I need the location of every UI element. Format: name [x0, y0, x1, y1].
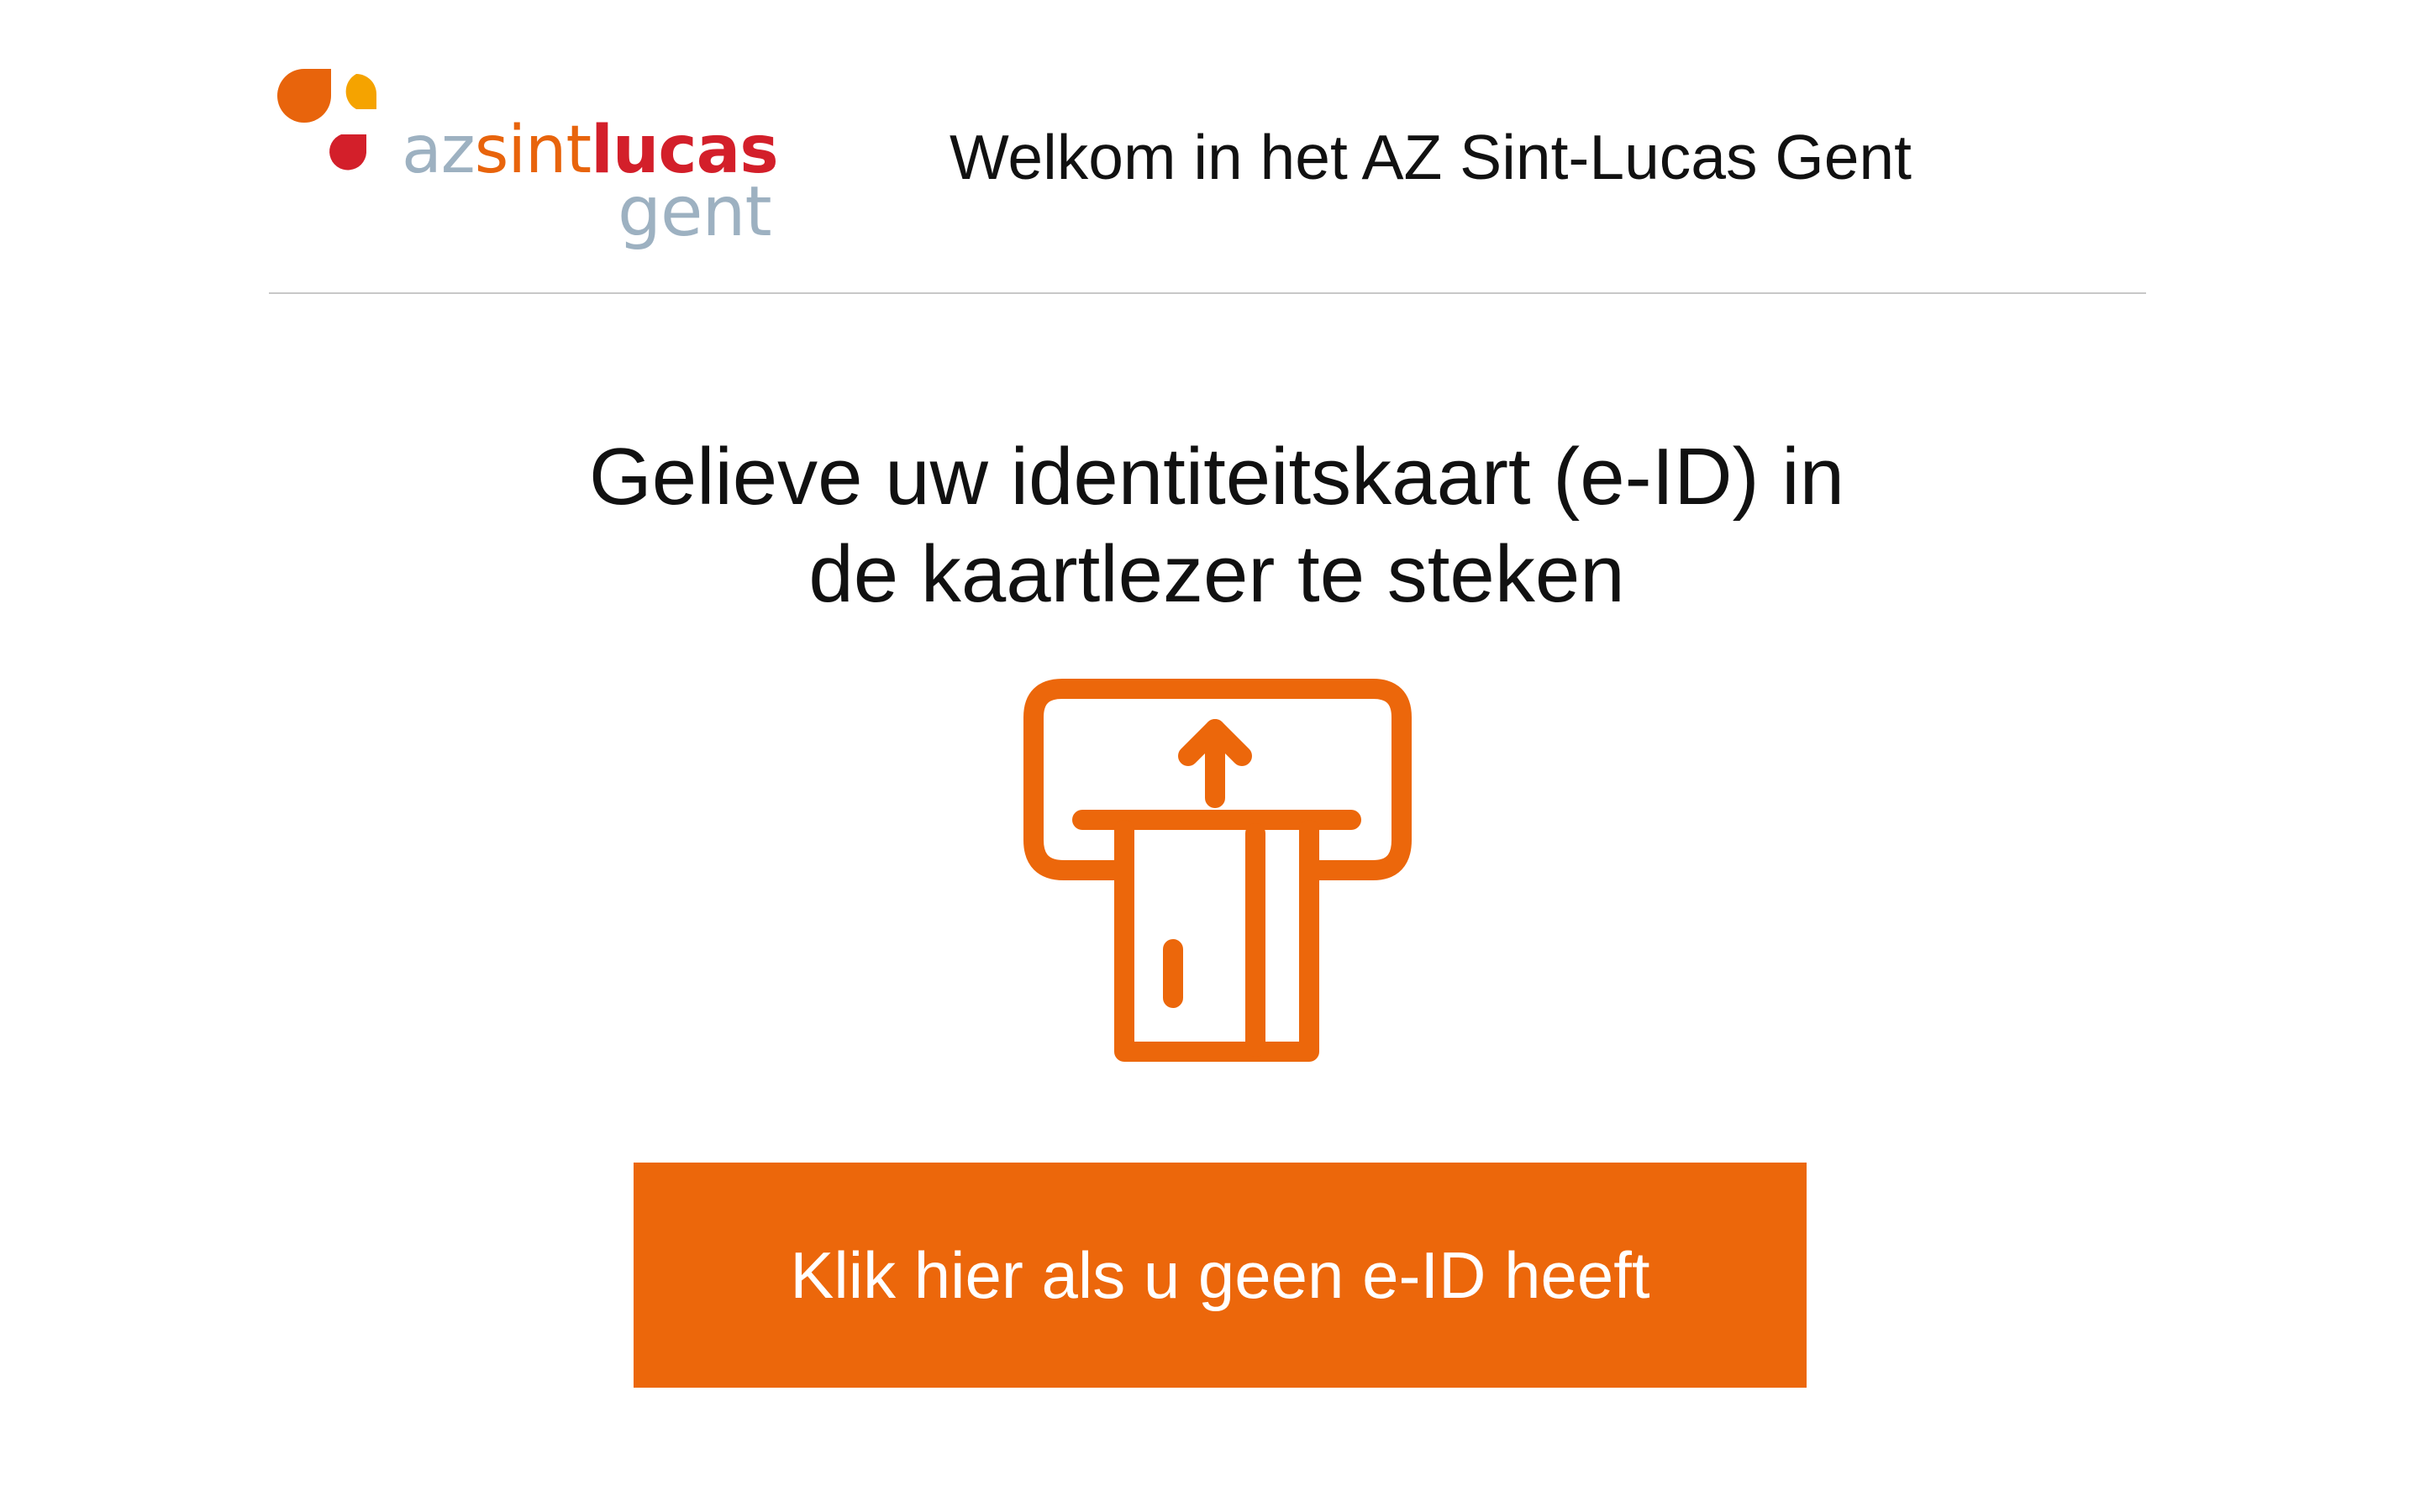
instruction-text: Gelieve uw identiteitskaart (e-ID) in de… — [370, 428, 2064, 623]
instruction-line-2: de kaartlezer te steken — [808, 529, 1625, 619]
card-reader-insert-icon — [1023, 679, 1412, 1062]
logo-word-sint: sint — [474, 113, 592, 188]
header-divider — [269, 292, 2146, 294]
logo-word-gent: gent — [618, 172, 772, 252]
no-eid-button[interactable]: Klik hier als u geen e-ID heeft — [634, 1163, 1807, 1388]
logo-word-az: az — [402, 113, 476, 188]
logo-dots-icon — [277, 69, 376, 171]
welcome-title: Welkom in het AZ Sint-Lucas Gent — [950, 122, 1912, 192]
instruction-line-1: Gelieve uw identiteitskaart (e-ID) in — [589, 432, 1844, 522]
hospital-logo: azsintlucas gent — [277, 69, 781, 254]
